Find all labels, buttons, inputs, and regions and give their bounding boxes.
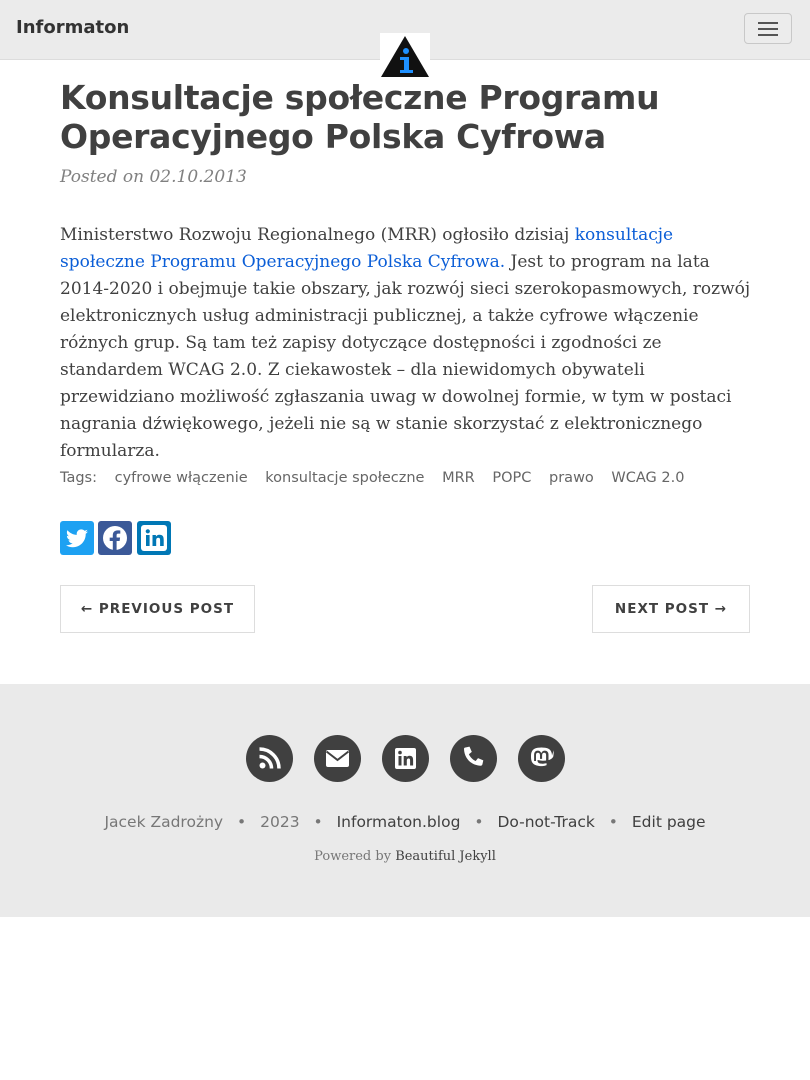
linkedin-button[interactable] [382,735,429,782]
post-meta: Posted on 02.10.2013 [60,167,247,187]
menu-toggle-button[interactable] [744,13,792,44]
hamburger-icon [758,22,778,24]
post-title: Konsultacje społeczne Programu Operacyjn… [60,78,660,156]
twitter-share-button[interactable] [60,521,94,555]
email-button[interactable] [314,735,361,782]
tag-link[interactable]: POPC [492,470,531,486]
tag-link[interactable]: konsultacje społeczne [265,470,424,486]
envelope-icon [325,750,350,767]
footer-powered-by: Powered by Beautiful Jekyll [0,849,810,864]
footer [0,684,810,917]
footer-author: Jacek Zadrożny [104,813,224,831]
phone-icon [464,746,484,766]
mastodon-button[interactable] [518,735,565,782]
post-date: 02.10.2013 [149,167,247,187]
footer-copyright: Jacek Zadrożny • 2023 • Informaton.blog … [0,813,810,831]
tag-link[interactable]: WCAG 2.0 [611,470,684,486]
footer-separator: • [237,813,247,831]
post-body-text: Ministerstwo Rozwoju Regionalnego (MRR) … [60,225,575,245]
facebook-icon [103,526,127,550]
tag-link[interactable]: cyfrowe włączenie [115,470,248,486]
rss-icon [259,747,281,769]
footer-year: 2023 [260,813,300,831]
linkedin-icon [141,525,167,551]
post-meta-prefix: Posted on [60,167,145,187]
tags-label: Tags: [60,470,97,486]
brand-link[interactable]: Informaton [16,17,129,38]
next-post-button[interactable]: NEXT POST → [592,585,750,633]
tag-list: Tags: cyfrowe włączenie konsultacje społ… [60,470,697,486]
info-triangle-logo[interactable] [380,33,430,79]
footer-separator: • [474,813,484,831]
tag-link[interactable]: MRR [442,470,475,486]
previous-post-button[interactable]: ← PREVIOUS POST [60,585,255,633]
mastodon-icon [530,747,554,767]
rss-button[interactable] [246,735,293,782]
footer-site-link[interactable]: Informaton.blog [337,813,461,831]
footer-separator: • [313,813,323,831]
footer-separator: • [608,813,618,831]
footer-dnt-link[interactable]: Do-not-Track [497,813,594,831]
facebook-share-button[interactable] [98,521,132,555]
tag-link[interactable]: prawo [549,470,594,486]
footer-edit-link[interactable]: Edit page [632,813,706,831]
twitter-icon [66,529,88,548]
linkedin-icon [395,748,416,769]
hamburger-icon-bar [758,34,778,36]
beautiful-jekyll-link[interactable]: Beautiful Jekyll [395,849,496,864]
powered-prefix: Powered by [314,849,392,864]
post-body-text-2: Jest to program na lata 2014-2020 i obej… [60,252,751,461]
linkedin-share-button[interactable] [137,521,171,555]
phone-button[interactable] [450,735,497,782]
hamburger-icon-bar [758,28,778,30]
post-body: Ministerstwo Rozwoju Regionalnego (MRR) … [60,222,755,465]
